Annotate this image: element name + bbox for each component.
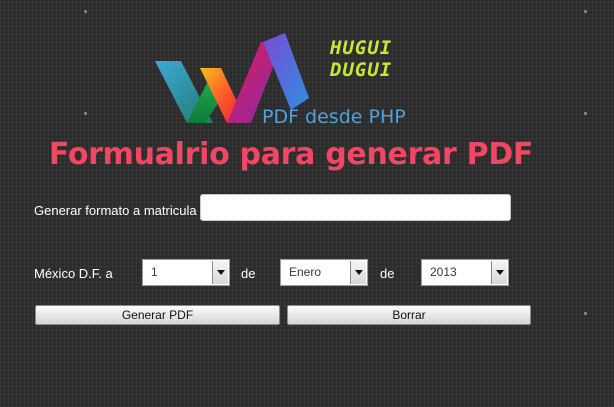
page-title: Formualrio para generar PDF <box>48 137 534 172</box>
chevron-down-icon[interactable] <box>212 261 228 284</box>
bg-dot <box>84 112 87 115</box>
day-value: 1 <box>151 265 158 279</box>
brand-line: HUGUI <box>330 37 393 59</box>
month-select[interactable]: Enero <box>280 259 368 286</box>
brand-wordmark: HUGUI DUGUI <box>330 37 392 81</box>
generate-pdf-button[interactable]: Generar PDF <box>35 305 280 325</box>
bg-dot <box>584 312 587 315</box>
matricula-input[interactable] <box>200 194 511 221</box>
year-value: 2013 <box>430 265 457 279</box>
subtitle: PDF desde PHP <box>262 106 406 128</box>
year-select[interactable]: 2013 <box>421 259 509 286</box>
day-select[interactable]: 1 <box>142 259 230 286</box>
de-label: de <box>241 266 256 281</box>
clear-button[interactable]: Borrar <box>287 305 531 325</box>
month-value: Enero <box>289 265 322 279</box>
chevron-down-icon[interactable] <box>350 261 366 284</box>
bg-dot <box>584 112 587 115</box>
chevron-down-icon[interactable] <box>491 261 507 284</box>
brand-line: DUGUI <box>330 59 393 81</box>
de-label: de <box>380 266 395 281</box>
bg-dot <box>584 10 587 13</box>
bg-dot <box>84 10 87 13</box>
matricula-label: Generar formato a matricula <box>34 203 197 218</box>
location-label: México D.F. a <box>34 266 113 281</box>
